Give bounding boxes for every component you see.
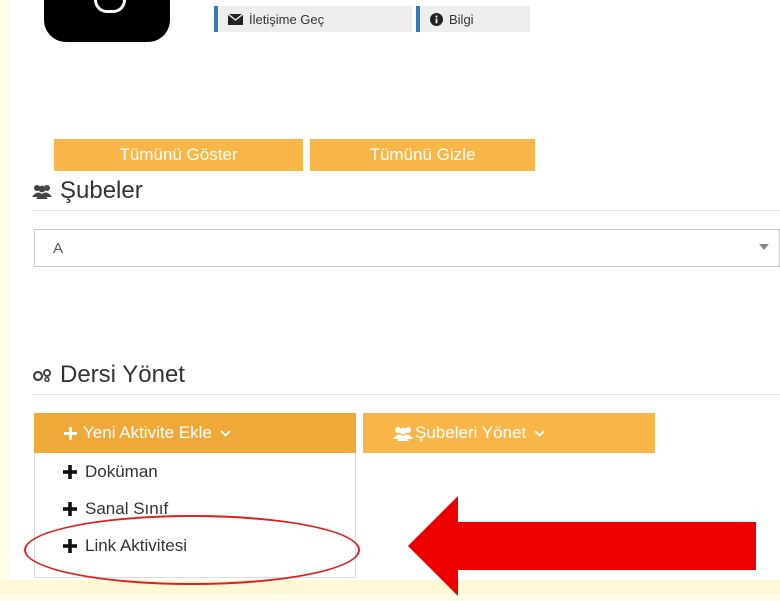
- hide-all-button[interactable]: Tümünü Gizle: [310, 139, 535, 171]
- highlight-ellipse: [24, 515, 360, 585]
- manage-branches-button[interactable]: Şubeleri Yönet: [363, 413, 655, 453]
- add-activity-button[interactable]: Yeni Aktivite Ekle: [34, 413, 356, 453]
- branches-title: Şubeler: [60, 177, 143, 204]
- chevron-down-icon: [759, 244, 769, 250]
- info-button[interactable]: Bilgi: [416, 6, 530, 32]
- envelope-icon: [228, 13, 243, 25]
- cogs-icon: [32, 368, 52, 382]
- branches-heading: Şubeler: [32, 177, 143, 205]
- plus-icon: [63, 502, 77, 516]
- show-all-label: Tümünü Göster: [119, 145, 238, 164]
- show-all-button[interactable]: Tümünü Göster: [54, 139, 303, 171]
- users-icon: [32, 184, 52, 199]
- avatar: [44, 0, 170, 42]
- contact-label: İletişime Geç: [249, 11, 325, 27]
- plus-icon: [63, 465, 77, 479]
- menu-item-document[interactable]: Doküman: [63, 462, 158, 482]
- manage-course-title: Dersi Yönet: [60, 361, 185, 388]
- plus-icon: [64, 426, 77, 440]
- manage-course-divider: [32, 394, 780, 395]
- info-circle-icon: [430, 12, 443, 26]
- manage-branches-label: Şubeleri Yönet: [415, 423, 527, 442]
- chevron-down-icon: [220, 429, 231, 437]
- branch-select[interactable]: A: [34, 229, 780, 267]
- hide-all-label: Tümünü Gizle: [369, 145, 476, 164]
- contact-button[interactable]: İletişime Geç: [214, 6, 412, 32]
- branches-divider: [32, 210, 780, 211]
- users-icon: [393, 426, 413, 441]
- branch-select-value: A: [53, 239, 64, 257]
- avatar-collar: [94, 0, 126, 13]
- chevron-down-icon: [534, 429, 545, 437]
- menu-item-label: Doküman: [85, 462, 158, 481]
- info-label: Bilgi: [449, 11, 474, 27]
- red-arrow-annotation: [408, 496, 758, 601]
- manage-course-heading: Dersi Yönet: [32, 361, 185, 389]
- add-activity-label: Yeni Aktivite Ekle: [83, 423, 212, 442]
